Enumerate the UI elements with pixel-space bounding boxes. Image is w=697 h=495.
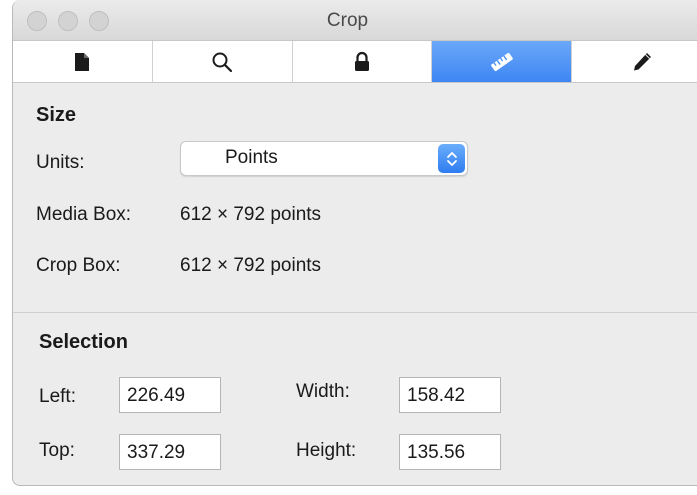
lock-icon — [354, 51, 369, 71]
units-select-value: Points — [225, 147, 278, 168]
tab-crop[interactable] — [432, 41, 573, 82]
tab-encryption[interactable] — [293, 41, 433, 82]
size-heading: Size — [36, 104, 77, 126]
document-icon — [75, 52, 90, 71]
inspector-toolbar — [13, 40, 697, 83]
top-label: Top: — [39, 440, 75, 461]
pencil-icon — [633, 52, 651, 70]
window-title: Crop — [326, 10, 369, 31]
height-field[interactable]: 135.56 — [399, 434, 501, 470]
width-field[interactable]: 158.42 — [399, 377, 501, 413]
media-box-value: 612 × 792 points — [180, 204, 322, 225]
top-field[interactable]: 337.29 — [119, 434, 221, 470]
crop-box-label: Crop Box: — [36, 255, 121, 276]
ruler-icon — [490, 52, 513, 71]
units-label: Units: — [36, 152, 85, 173]
media-box-label: Media Box: — [36, 204, 132, 225]
left-field[interactable]: 226.49 — [119, 377, 221, 413]
title-bar[interactable]: Crop — [13, 0, 697, 40]
chevron-up-down-icon — [438, 144, 465, 173]
crop-box-value: 612 × 792 points — [180, 255, 322, 276]
units-select[interactable]: Points — [180, 141, 468, 176]
selection-heading: Selection — [39, 331, 128, 353]
magnifier-icon — [212, 52, 233, 72]
left-label: Left: — [39, 386, 76, 407]
tab-general-info[interactable] — [13, 41, 153, 82]
section-divider — [13, 312, 697, 313]
tab-search[interactable] — [153, 41, 293, 82]
height-label: Height: — [296, 440, 357, 461]
crop-inspector-window: Crop Size Units: Points Media Box: 612 ×… — [12, 0, 697, 486]
tab-annotations[interactable] — [572, 41, 697, 82]
width-label: Width: — [296, 381, 350, 402]
